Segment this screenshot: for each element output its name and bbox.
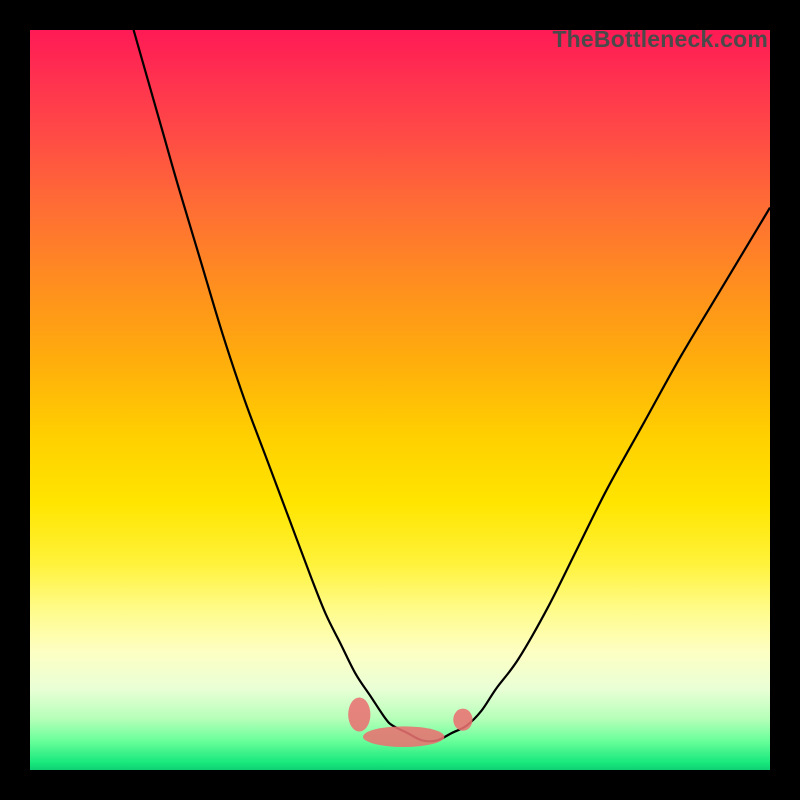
plateau-blob-left — [348, 697, 370, 731]
plot-area — [30, 30, 770, 770]
plateau-blob-right — [453, 709, 472, 731]
chart-svg — [30, 30, 770, 770]
bottleneck-curve — [134, 30, 770, 741]
chart-frame: TheBottleneck.com — [0, 0, 800, 800]
plateau-blob-main — [363, 726, 444, 747]
marker-blobs — [348, 697, 472, 747]
watermark-text: TheBottleneck.com — [552, 26, 768, 53]
